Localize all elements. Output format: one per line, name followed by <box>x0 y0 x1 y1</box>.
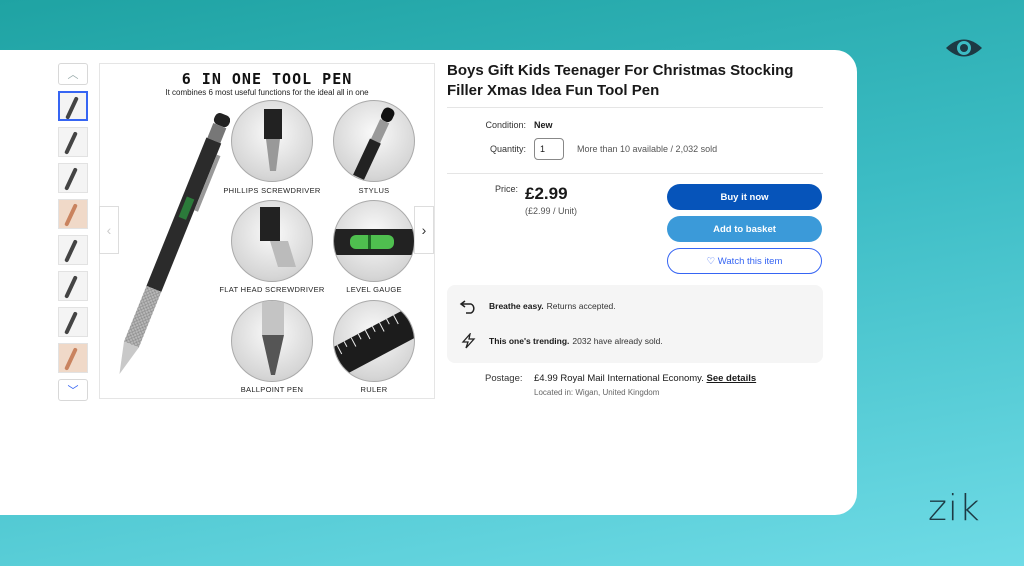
trending-bold: This one's trending. <box>489 336 570 346</box>
chevron-left-icon: ‹ <box>106 222 112 238</box>
feature-label: STYLUS <box>358 186 390 195</box>
image-prev-button[interactable]: ‹ <box>99 206 119 254</box>
trending-row: This one's trending. 2032 have already s… <box>459 333 663 349</box>
price-per-unit: (£2.99 / Unit) <box>525 206 578 216</box>
postage-label: Postage: <box>485 373 523 384</box>
postage-text: £4.99 Royal Mail International Economy. <box>534 373 704 384</box>
chevron-right-icon: › <box>421 222 427 238</box>
feature-image-phillips <box>231 100 313 182</box>
thumb-scroll-down-button[interactable]: ﹀ <box>58 379 88 401</box>
postage-value: £4.99 Royal Mail International Economy. … <box>534 373 756 384</box>
eye-icon <box>946 39 982 57</box>
feature-label: RULER <box>360 385 388 394</box>
product-title: Boys Gift Kids Teenager For Christmas St… <box>447 62 794 99</box>
thumbnail-7[interactable] <box>58 307 88 337</box>
feature-label: LEVEL GAUGE <box>346 285 402 294</box>
quantity-label: Quantity: <box>489 144 526 154</box>
thumbnail-6[interactable] <box>58 271 88 301</box>
info-panel: Breathe easy. Returns accepted. This one… <box>447 285 823 363</box>
image-subtitle: It combines 6 most useful functions for … <box>165 88 369 97</box>
thumb-scroll-up-button[interactable]: ︿ <box>58 63 88 85</box>
thumbnail-1[interactable] <box>58 91 88 121</box>
see-details-link[interactable]: See details <box>707 373 757 384</box>
thumbnail-8[interactable] <box>58 343 88 373</box>
price-label: Price: <box>494 184 518 194</box>
condition-value: New <box>534 120 553 130</box>
thumbnail-2[interactable] <box>58 127 88 157</box>
price-value: £2.99 <box>525 184 568 203</box>
main-product-image[interactable]: 6 IN ONE TOOL PEN It combines 6 most use… <box>99 63 435 399</box>
thumbnail-4[interactable] <box>58 199 88 229</box>
thumbnail-3[interactable] <box>58 163 88 193</box>
feature-image-level <box>333 200 415 282</box>
returns-row: Breathe easy. Returns accepted. <box>459 298 616 314</box>
condition-label: Condition: <box>485 120 526 130</box>
feature-image-ballpoint <box>231 300 313 382</box>
returns-text: Returns accepted. <box>546 301 616 311</box>
image-title: 6 IN ONE TOOL PEN <box>181 70 353 88</box>
return-arrow-icon <box>459 300 475 314</box>
feature-image-stylus <box>333 100 415 182</box>
watch-item-button[interactable]: ♡ Watch this item <box>667 248 822 274</box>
divider <box>447 173 823 174</box>
trending-text: 2032 have already sold. <box>572 336 663 346</box>
add-to-basket-button[interactable]: Add to basket <box>667 216 822 242</box>
brand-logo: zik <box>928 488 981 529</box>
lightning-icon <box>461 333 476 349</box>
image-next-button[interactable]: › <box>414 206 434 254</box>
returns-bold: Breathe easy. <box>489 301 544 311</box>
feature-image-flathead <box>231 200 313 282</box>
feature-image-ruler <box>333 300 415 382</box>
thumbnail-strip: ︿ ﹀ <box>58 63 88 401</box>
tool-pen-image <box>119 113 230 375</box>
availability-text: More than 10 available / 2,032 sold <box>577 144 718 154</box>
location-text: Located in: Wigan, United Kingdom <box>534 388 660 397</box>
buy-it-now-button[interactable]: Buy it now <box>667 184 822 210</box>
thumbnail-5[interactable] <box>58 235 88 265</box>
divider <box>447 107 823 108</box>
quantity-input[interactable]: 1 <box>534 138 564 160</box>
